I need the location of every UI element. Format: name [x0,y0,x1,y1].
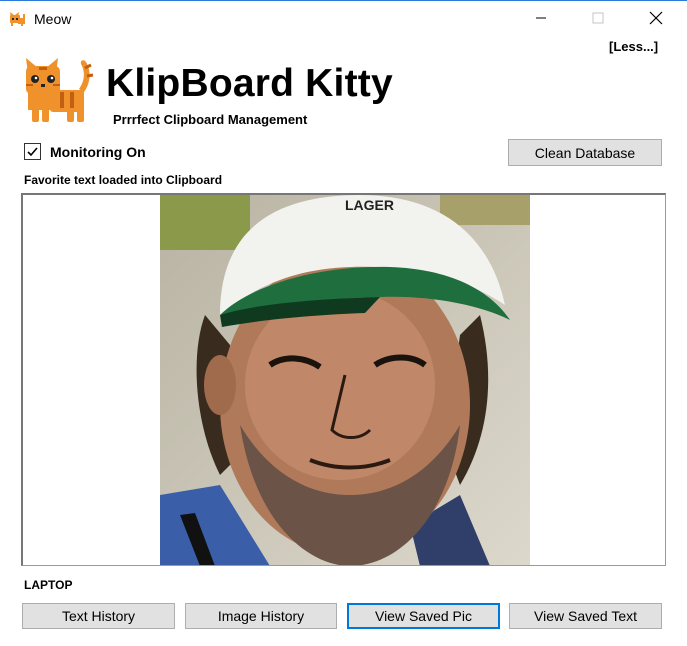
app-subtitle: Prrrfect Clipboard Management [113,112,308,127]
checkmark-icon [27,147,38,157]
device-name: LAPTOP [24,578,73,592]
monitoring-label: Monitoring On [50,143,146,160]
cat-logo [26,58,94,122]
close-button[interactable] [633,1,679,35]
text-history-button[interactable]: Text History [22,603,175,629]
image-history-button[interactable]: Image History [185,603,337,629]
clipboard-photo: LAGER [160,195,530,565]
maximize-button[interactable] [575,1,621,35]
title-bar[interactable]: Meow [0,1,687,37]
minimize-button[interactable] [518,1,564,35]
monitoring-toggle[interactable]: Monitoring On [24,143,146,160]
view-saved-pic-button[interactable]: View Saved Pic [347,603,500,629]
cat-icon [10,12,25,26]
app-title: KlipBoard Kitty [106,62,393,105]
close-icon [649,11,663,25]
clean-database-button[interactable]: Clean Database [508,139,662,166]
maximize-icon [592,12,604,24]
monitoring-checkbox[interactable] [24,143,41,160]
minimize-icon [536,17,546,19]
window-title: Meow [34,11,72,27]
status-message: Favorite text loaded into Clipboard [24,173,223,187]
clipboard-image-preview: LAGER [21,193,666,566]
view-saved-text-button[interactable]: View Saved Text [509,603,662,629]
svg-text:LAGER: LAGER [345,197,394,213]
less-link[interactable]: [Less...] [609,39,658,54]
